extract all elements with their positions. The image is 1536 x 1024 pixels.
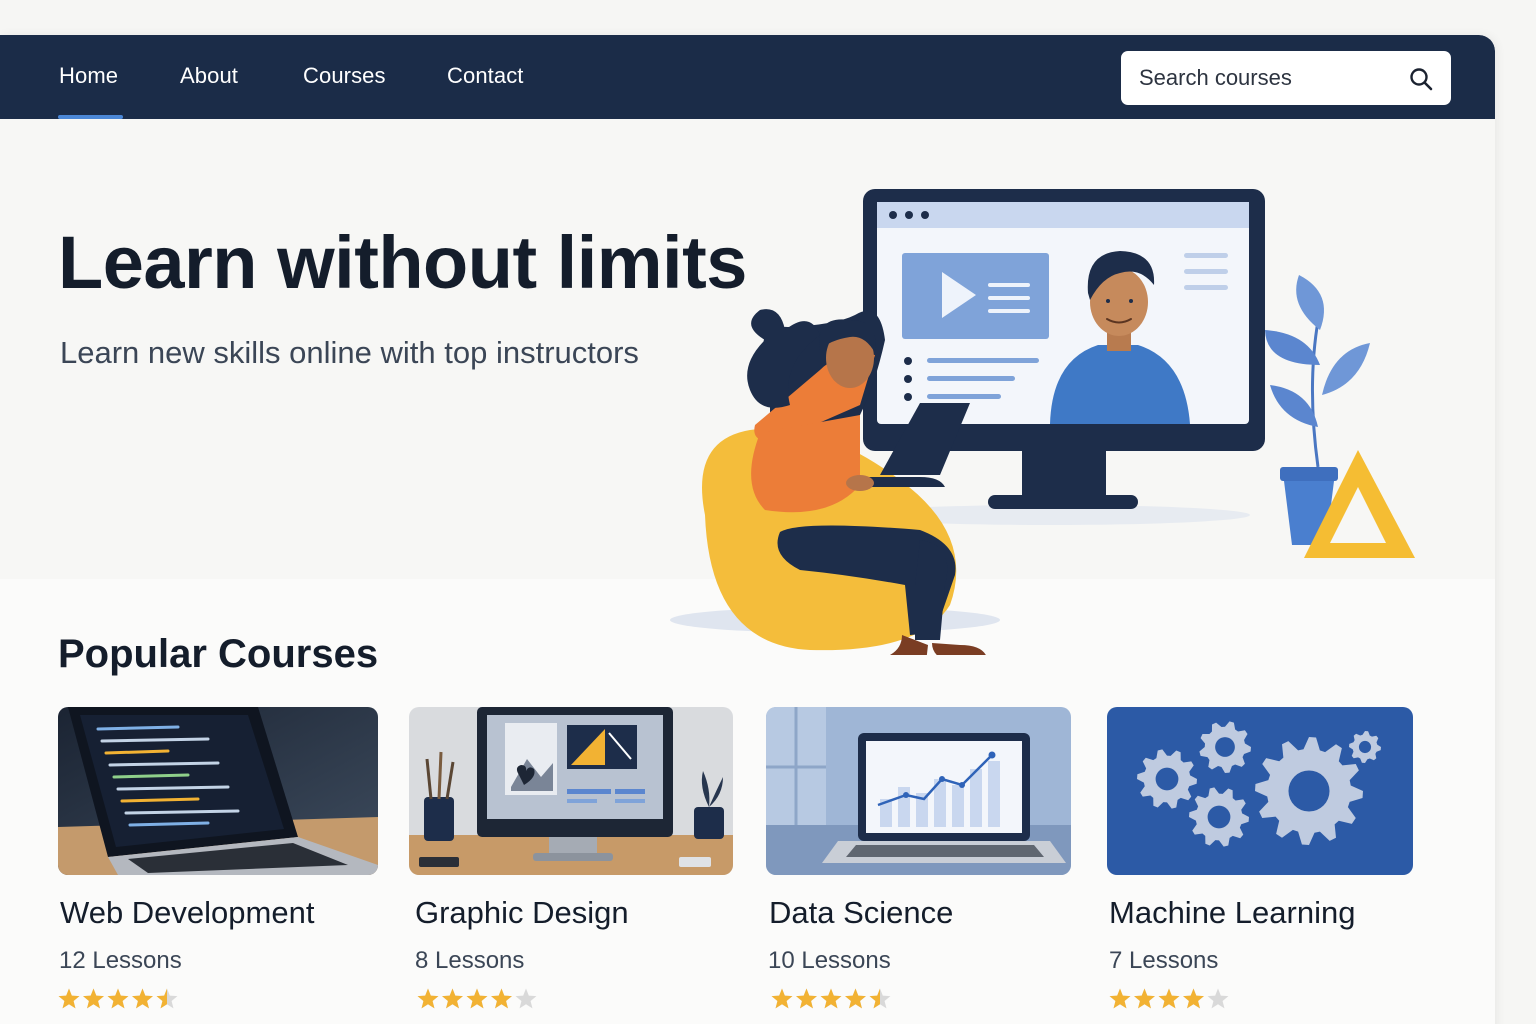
hero-title: Learn without limits [58, 221, 747, 304]
machine-learning-thumbnail [1107, 707, 1413, 875]
star-rating [417, 988, 537, 1009]
star-rating [1109, 988, 1229, 1009]
star-icon [491, 988, 512, 1009]
star-icon [1109, 988, 1131, 1009]
search-input[interactable] [1139, 61, 1399, 95]
search-box [1121, 51, 1451, 105]
star-icon [1158, 988, 1180, 1009]
course-card-machine-learning[interactable]: Machine Learning 7 Lessons [1107, 707, 1432, 1024]
course-card-data-science[interactable]: Data Science 10 Lessons [766, 707, 1091, 1024]
star-rating [771, 988, 891, 1009]
star-icon [796, 988, 817, 1009]
star-icon [1183, 988, 1204, 1009]
course-card-graphic-design[interactable]: Graphic Design 8 Lessons [409, 707, 734, 1024]
star-icon [417, 988, 439, 1009]
nav-link-contact[interactable]: Contact [447, 63, 524, 89]
star-icon [83, 988, 104, 1009]
star-icon [845, 988, 866, 1009]
page-frame: Home About Courses Contact Learn without… [0, 35, 1495, 1024]
star-icon [466, 988, 488, 1009]
hero-subtitle: Learn new skills online with top instruc… [60, 335, 639, 370]
course-lessons-count: 10 Lessons [768, 947, 891, 974]
star-rating [58, 988, 178, 1009]
nav-link-courses[interactable]: Courses [303, 63, 386, 89]
star-icon [442, 988, 463, 1009]
star-icon [771, 988, 793, 1009]
course-title[interactable]: Machine Learning [1109, 895, 1355, 931]
star-icon [515, 988, 537, 1009]
star-icon [132, 988, 153, 1009]
web-development-thumbnail [58, 707, 378, 875]
top-navbar: Home About Courses Contact [0, 35, 1495, 119]
hero-illustration [670, 189, 1415, 655]
star-icon [107, 988, 129, 1009]
graphic-design-thumbnail [409, 707, 733, 875]
course-lessons-count: 7 Lessons [1109, 947, 1219, 974]
course-card-web-development[interactable]: Web Development 12 Lessons [58, 707, 383, 1024]
star-icon [58, 988, 80, 1009]
data-science-thumbnail [766, 707, 1071, 875]
star-icon [820, 988, 842, 1009]
search-icon[interactable] [1408, 66, 1434, 92]
course-title[interactable]: Data Science [769, 895, 953, 931]
nav-link-about[interactable]: About [180, 63, 238, 89]
nav-link-home[interactable]: Home [59, 63, 118, 89]
course-lessons-count: 8 Lessons [415, 947, 525, 974]
section-title-popular-courses: Popular Courses [58, 632, 379, 676]
course-title[interactable]: Web Development [60, 895, 314, 931]
course-lessons-count: 12 Lessons [59, 947, 182, 974]
star-icon [1207, 988, 1229, 1009]
star-icon [1134, 988, 1155, 1009]
course-title[interactable]: Graphic Design [415, 895, 629, 931]
